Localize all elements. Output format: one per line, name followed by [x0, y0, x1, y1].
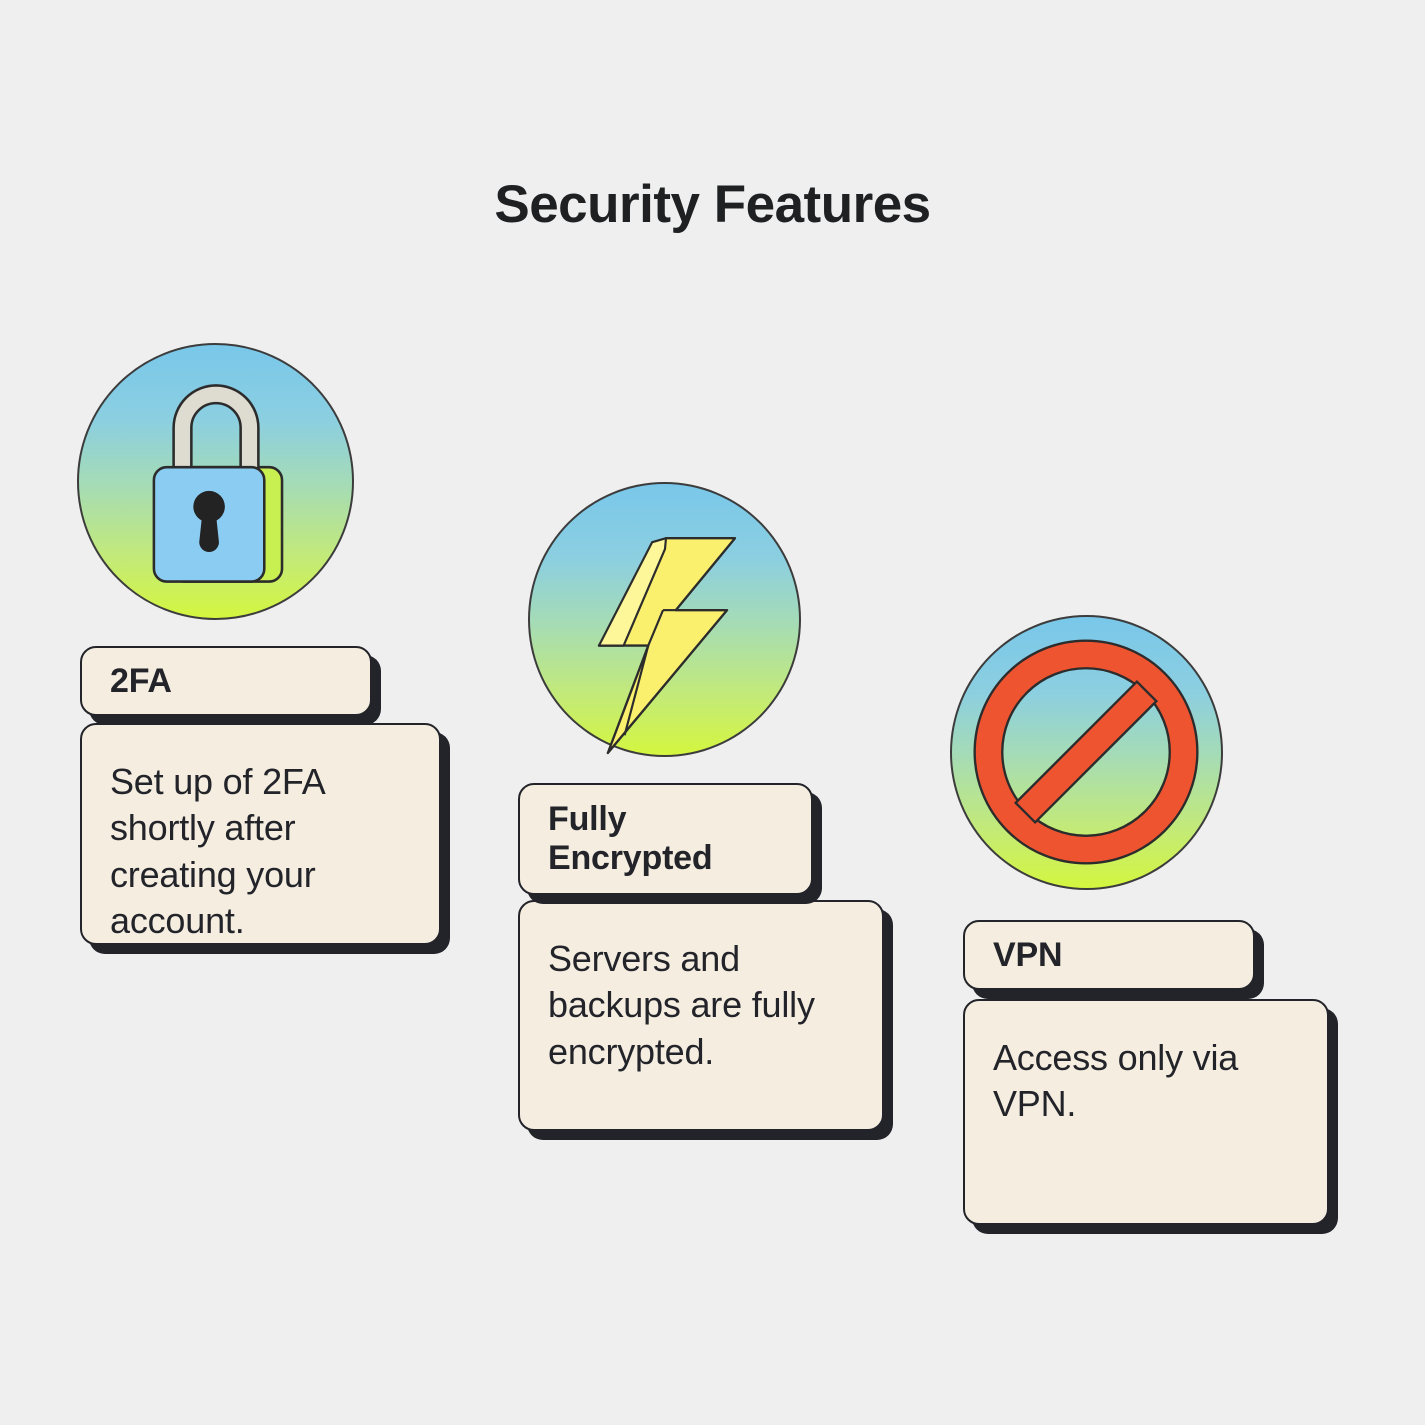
feature-body-text-encrypted: Servers and backups are fully encrypted. [548, 938, 815, 1072]
feature-title-chip-encrypted[interactable]: Fully Encrypted [518, 783, 813, 895]
feature-title-chip-2fa[interactable]: 2FA [80, 646, 372, 716]
feature-body-card-2fa[interactable]: Set up of 2FA shortly after creating you… [80, 723, 441, 945]
padlock-icon-medallion [77, 343, 354, 620]
lightning-bolt-icon-medallion [528, 482, 801, 757]
feature-title-vpn: VPN [993, 935, 1063, 974]
feature-title-2fa: 2FA [110, 661, 172, 700]
feature-body-text-2fa: Set up of 2FA shortly after creating you… [110, 761, 324, 942]
feature-title-chip-vpn[interactable]: VPN [963, 920, 1255, 990]
prohibition-sign-icon [973, 639, 1199, 865]
feature-body-card-encrypted[interactable]: Servers and backups are fully encrypted. [518, 900, 884, 1131]
page-title: Security Features [494, 175, 931, 234]
feature-body-card-vpn[interactable]: Access only via VPN. [963, 999, 1329, 1225]
padlock-icon [152, 384, 284, 583]
feature-title-encrypted: Fully Encrypted [548, 800, 713, 877]
lightning-bolt-icon [597, 537, 737, 755]
infographic-canvas: Security Features 2FA Set up of 2FA shor… [0, 0, 1425, 1425]
prohibition-sign-icon-medallion [950, 615, 1223, 890]
feature-body-text-vpn: Access only via VPN. [993, 1037, 1239, 1125]
